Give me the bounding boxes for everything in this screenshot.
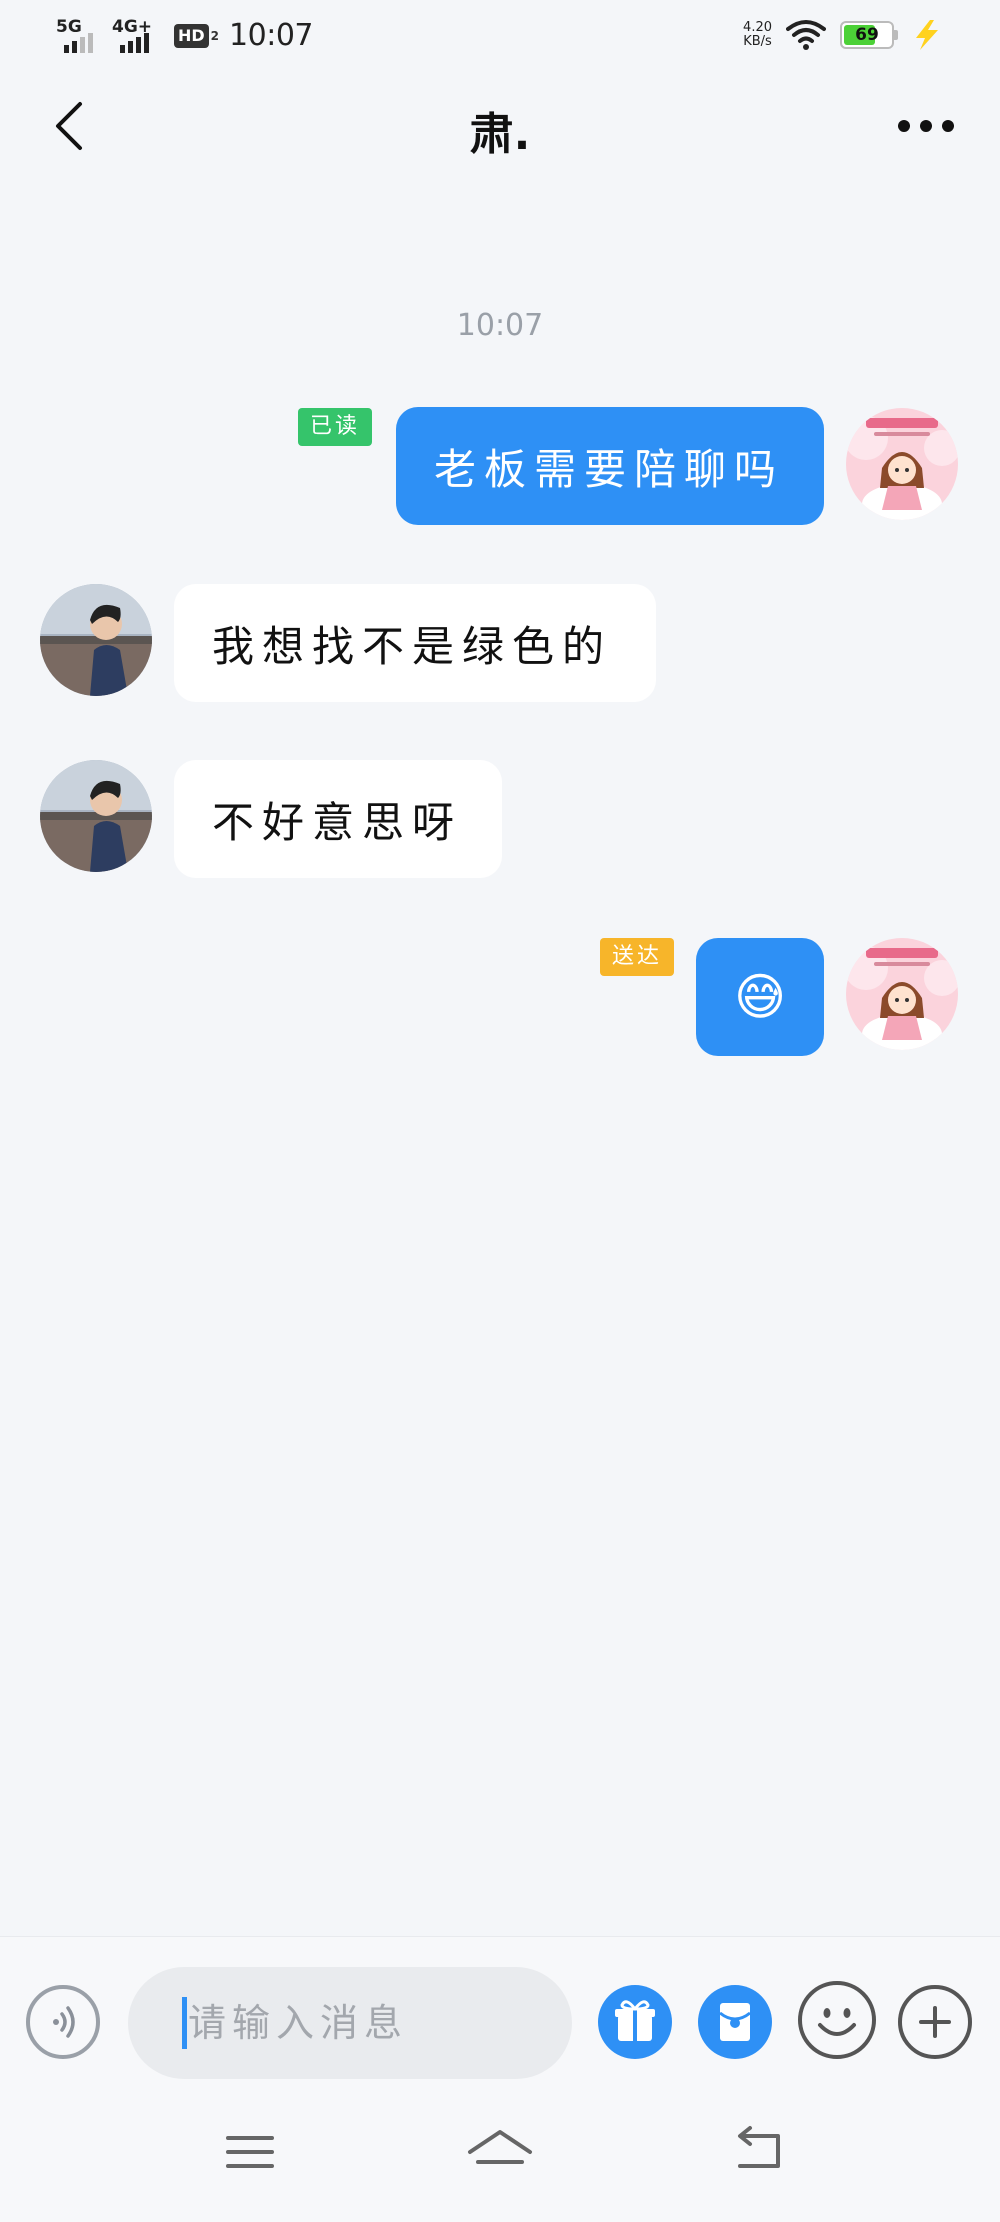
emoji-icon: [818, 2008, 856, 2036]
message-input[interactable]: [128, 1967, 572, 2079]
menu-button[interactable]: [210, 2122, 290, 2182]
contact-avatar[interactable]: [40, 584, 152, 696]
status-time: 10:07: [229, 18, 313, 53]
menu-icon: [226, 2136, 274, 2168]
gift-icon: [615, 2000, 655, 2041]
signal-4g-icon: 4G+: [112, 18, 164, 53]
system-nav-bar: [0, 2080, 1000, 2222]
message-timestamp: 10:07: [456, 308, 544, 343]
message-text: 不好意思呀: [212, 797, 463, 847]
status-left: 5G 4G+ HD 2 10:07: [56, 18, 313, 53]
plus-icon: [919, 2006, 951, 2038]
wifi-icon: [786, 20, 826, 50]
message-text: 老板需要陪聊吗: [434, 444, 785, 494]
hd-voice-icon: HD: [174, 23, 209, 48]
red-envelope-icon: [719, 2003, 751, 2041]
red-envelope-button[interactable]: [698, 1985, 772, 2059]
gift-button[interactable]: [598, 1985, 672, 2059]
chat-title: 肃.: [469, 109, 531, 160]
back-icon: [738, 2126, 780, 2168]
read-status-badge: 已读: [298, 408, 373, 446]
self-avatar[interactable]: [846, 408, 958, 520]
network-speed-unit: KB/s: [743, 34, 772, 49]
hd-sub-label: 2: [210, 28, 220, 43]
self-avatar[interactable]: [846, 938, 958, 1050]
system-back-button[interactable]: [720, 2122, 800, 2182]
delivered-status-badge: 送达: [600, 938, 675, 976]
message-emoji: 😅: [733, 968, 787, 1026]
more-options-button[interactable]: [888, 106, 964, 146]
message-text: 我想找不是绿色的: [212, 621, 613, 671]
more-horizontal-icon: [898, 120, 910, 132]
outgoing-message-bubble[interactable]: 😅: [696, 938, 824, 1056]
network-speed: 4.20 KB/s: [743, 21, 772, 49]
incoming-message-bubble[interactable]: 不好意思呀: [174, 760, 502, 878]
network-speed-value: 4.20: [743, 20, 772, 35]
battery-level: 69: [855, 25, 879, 45]
home-button[interactable]: [460, 2122, 540, 2182]
more-actions-button[interactable]: [898, 1985, 972, 2059]
status-right: 4.20 KB/s 69: [743, 18, 944, 52]
battery-icon: 69: [840, 21, 898, 49]
contact-avatar[interactable]: [40, 760, 152, 872]
chat-header: 肃.: [0, 76, 1000, 176]
voice-button[interactable]: [26, 1985, 100, 2059]
voice-icon: [53, 2006, 75, 2038]
incoming-message-bubble[interactable]: 我想找不是绿色的: [174, 584, 656, 702]
outgoing-message-bubble[interactable]: 老板需要陪聊吗: [396, 407, 824, 525]
status-bar: 5G 4G+ HD 2 10:07 4.20 KB/s 69: [0, 0, 1000, 76]
home-icon: [468, 2130, 532, 2164]
signal-5g-icon: 5G: [56, 18, 102, 53]
charging-bolt-icon: [916, 20, 938, 50]
text-cursor: [182, 1997, 187, 2049]
emoji-button[interactable]: [798, 1981, 876, 2059]
